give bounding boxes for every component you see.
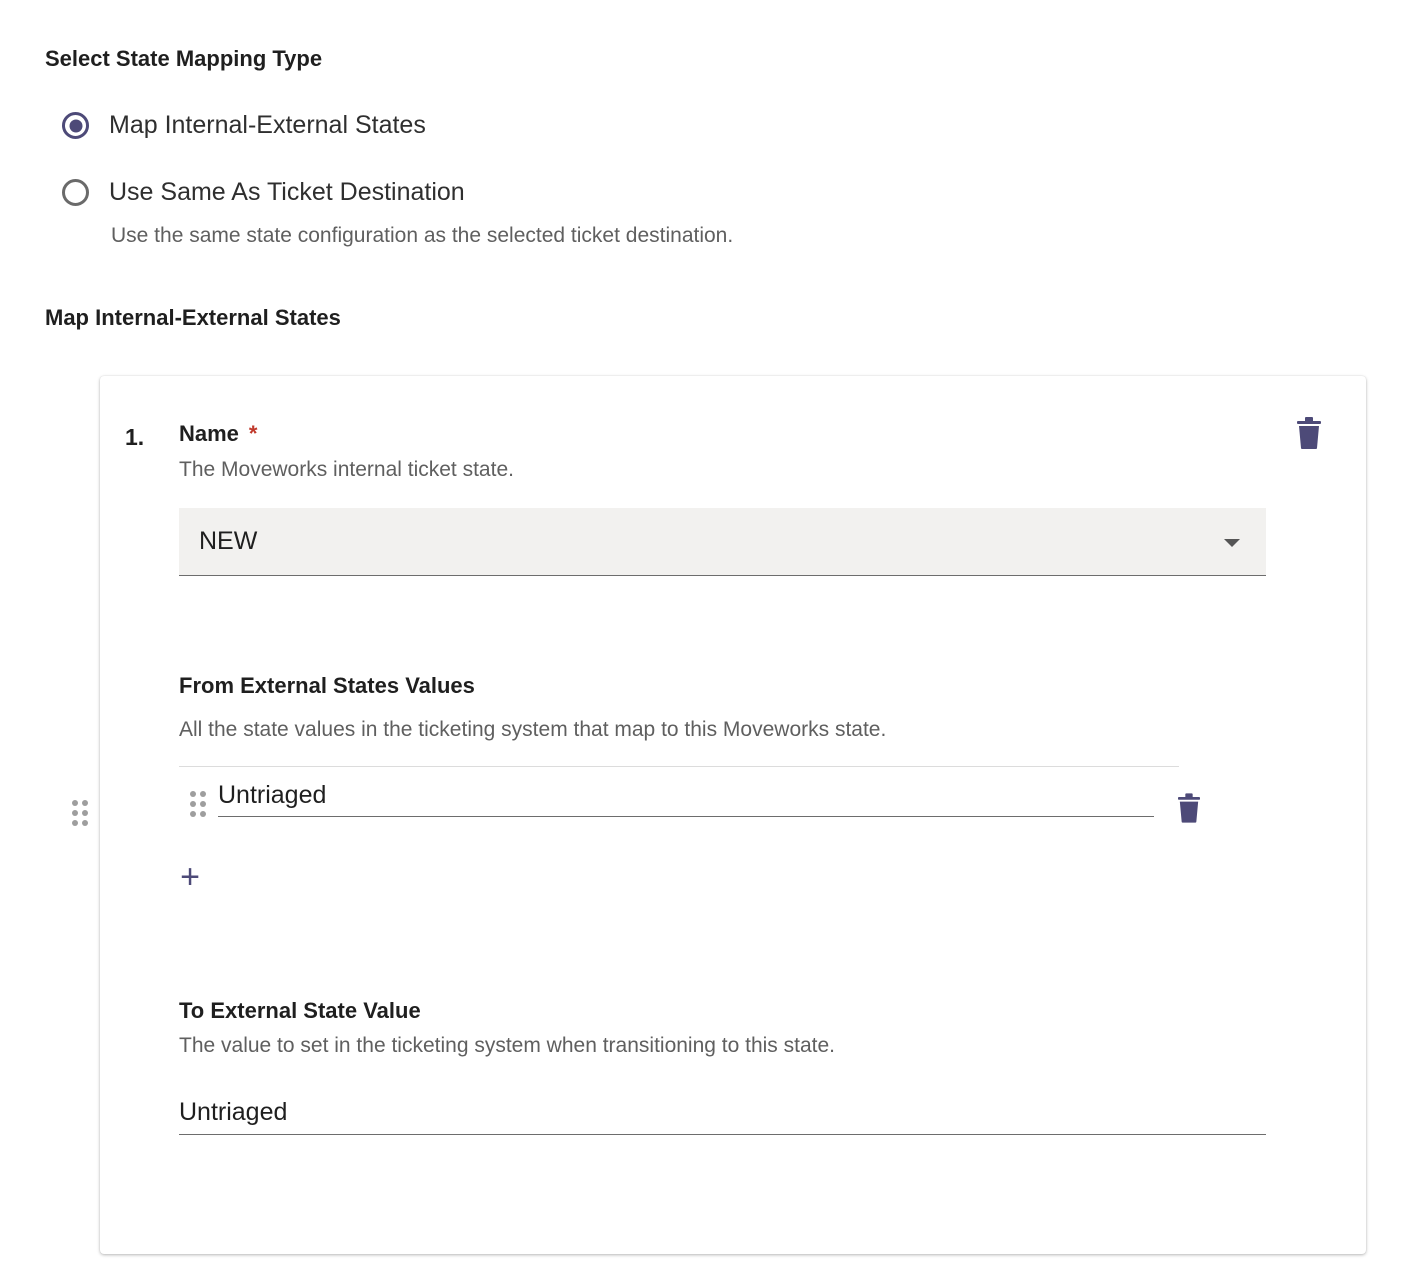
caret-down-icon [1224, 539, 1240, 547]
name-select[interactable]: NEW [179, 508, 1266, 576]
radio-label: Use Same As Ticket Destination [109, 178, 465, 206]
from-external-label: From External States Values [179, 673, 475, 698]
item-index: 1. [125, 424, 145, 450]
plus-icon: + [180, 858, 200, 896]
name-label-text: Name [179, 421, 239, 446]
list-divider [179, 766, 1179, 767]
add-external-value-button[interactable]: + [177, 860, 203, 894]
mapping-type-title: Select State Mapping Type [45, 46, 323, 71]
external-state-value-input[interactable] [218, 774, 1154, 817]
radio-use-same-as-ticket-destination[interactable]: Use Same As Ticket Destination [62, 178, 465, 207]
required-asterisk: * [248, 421, 258, 446]
name-helper-text: The Moveworks internal ticket state. [179, 458, 514, 481]
to-external-helper: The value to set in the ticketing system… [179, 1034, 836, 1057]
radio-button-unchecked[interactable] [62, 179, 89, 206]
delete-mapping-button[interactable] [1297, 417, 1321, 454]
name-field-label: Name * [179, 421, 257, 447]
radio-button-checked[interactable] [62, 112, 89, 139]
state-mapping-card: 1. Name * The Moveworks internal ticket s… [100, 376, 1366, 1254]
trash-icon [1297, 417, 1321, 449]
to-external-state-input[interactable] [179, 1090, 1266, 1135]
radio-label: Map Internal-External States [109, 111, 426, 139]
name-select-value: NEW [199, 527, 258, 555]
trash-icon [1178, 793, 1200, 823]
drag-handle-icon[interactable] [190, 791, 206, 817]
mapping-section-title: Map Internal-External States [45, 305, 341, 330]
radio-helper-text: Use the same state configuration as the … [111, 224, 734, 247]
delete-external-value-button[interactable] [1178, 793, 1200, 828]
radio-map-internal-external[interactable]: Map Internal-External States [62, 111, 426, 140]
from-external-helper: All the state values in the ticketing sy… [179, 718, 887, 741]
card-drag-handle-icon[interactable] [72, 800, 88, 826]
to-external-label: To External State Value [179, 998, 421, 1023]
